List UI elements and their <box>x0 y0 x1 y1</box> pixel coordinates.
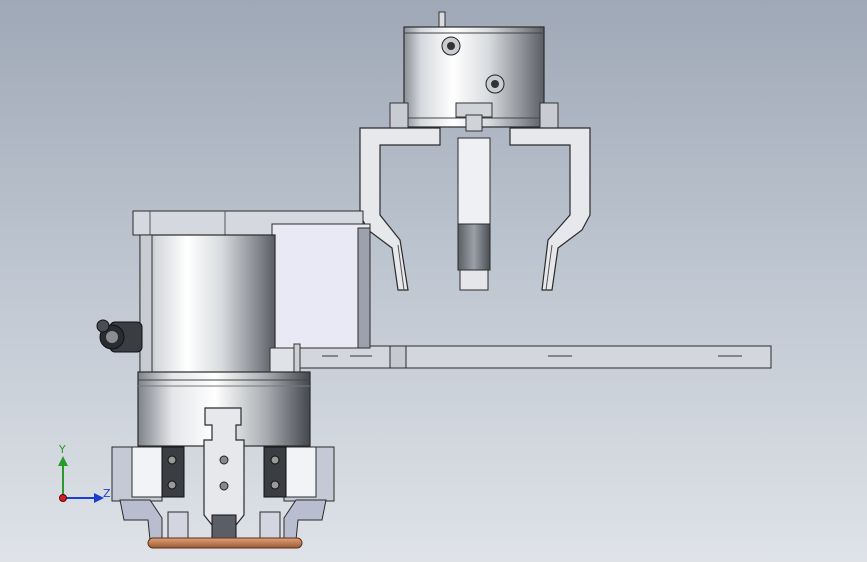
top-pin <box>438 11 446 29</box>
axis-triad: Y Z <box>58 443 111 503</box>
horizontal-arm[interactable] <box>299 345 772 369</box>
arm-rail <box>299 345 772 369</box>
center-plunger <box>457 137 491 225</box>
cad-model-drawing: Y Z <box>58 11 772 549</box>
x-axis-dot <box>59 494 67 502</box>
air-fitting-icon <box>96 319 143 353</box>
lower-cylinder-body <box>139 234 276 376</box>
z-axis-label: Z <box>103 487 111 500</box>
left-jaw[interactable] <box>359 127 441 291</box>
side-block <box>271 223 371 349</box>
upper-gripper[interactable] <box>359 11 591 291</box>
screw-icon <box>441 36 461 56</box>
y-axis-label: Y <box>58 443 66 456</box>
right-jaw[interactable] <box>509 127 591 291</box>
cad-viewport[interactable]: Y Z <box>0 0 867 562</box>
workpiece-disk <box>147 537 303 549</box>
screw-icon <box>485 74 505 94</box>
lower-rotary-unit[interactable] <box>96 210 371 549</box>
